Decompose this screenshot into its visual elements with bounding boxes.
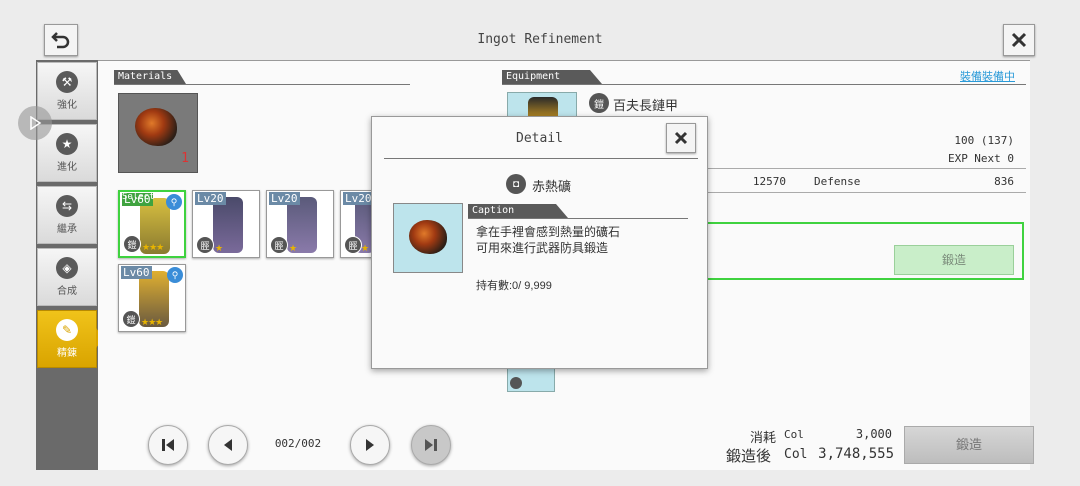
refine-icon: ✎ xyxy=(56,319,78,341)
back-arrow-icon xyxy=(51,32,70,49)
close-icon xyxy=(674,131,688,145)
material-card-4[interactable]: Lv20 脛 ★ xyxy=(340,190,374,258)
slot-dot-icon xyxy=(510,377,522,389)
stats-line-bottom xyxy=(706,192,1026,193)
page-title: Ingot Refinement xyxy=(477,32,603,47)
consume-label: 消耗 xyxy=(750,430,777,445)
material-card-1[interactable]: Lv60 Select ⚲ 鎧 ★★★ xyxy=(118,190,186,258)
page-indicator: 002/002 xyxy=(274,437,322,450)
exp-label: EXP xyxy=(948,152,968,165)
rarity-stars: ★ xyxy=(289,243,297,253)
caption-line xyxy=(468,218,688,219)
after-forge-value: 3,748,555 xyxy=(818,446,894,462)
gender-icon: ⚲ xyxy=(167,267,183,283)
rarity-stars: ★ xyxy=(215,243,223,253)
owned-count: 持有數:0/ 9,999 xyxy=(476,280,552,292)
materials-heading-line xyxy=(114,84,410,85)
close-icon xyxy=(1011,32,1027,48)
item-thumbnail xyxy=(393,203,463,273)
equipment-status-link[interactable]: 裝備裝備中 xyxy=(960,68,1015,84)
dialog-divider xyxy=(384,158,698,159)
rarity-stars: ★★★ xyxy=(142,242,164,252)
close-button[interactable] xyxy=(1003,24,1035,56)
prev-page-icon xyxy=(224,439,232,451)
material-slot-count: 1 xyxy=(181,151,189,166)
sidebar-item-refine[interactable]: ✎ 精錬 xyxy=(37,310,97,368)
equip-type-icon: 鎧 xyxy=(122,310,140,328)
ore-icon xyxy=(409,220,447,254)
defense-value: 836 xyxy=(994,175,1014,188)
card-level: Lv60 xyxy=(121,266,152,279)
first-page-icon xyxy=(162,439,174,451)
caption-line-1: 拿在手裡會感到熱量的礦石 xyxy=(476,225,621,239)
next-page-icon xyxy=(366,439,374,451)
transfer-icon: ⇆ xyxy=(56,195,78,217)
sidebar-item-label: 精錬 xyxy=(57,348,77,359)
secondary-slot[interactable] xyxy=(507,366,555,392)
floating-play-button[interactable] xyxy=(18,106,52,140)
equip-type-icon: 脛 xyxy=(196,236,214,254)
gender-icon: ⚲ xyxy=(166,194,182,210)
card-level: Lv20 xyxy=(269,192,300,205)
equipment-name: 百夫長鏈甲 xyxy=(613,98,679,113)
stat-value: 12570 xyxy=(752,175,786,188)
consume-value: 3,000 xyxy=(855,427,892,441)
sidebar-item-label: 進化 xyxy=(57,162,77,173)
material-card-5[interactable]: Lv60 ⚲ 鎧 ★★★ xyxy=(118,264,186,332)
consume-unit: Col xyxy=(784,428,804,441)
rarity-stars: ★★★ xyxy=(141,317,163,327)
caption-line-2: 可用來進行武器防具鍛造 xyxy=(476,241,609,255)
after-forge-unit: Col xyxy=(784,447,808,462)
item-name: 赤熱礦 xyxy=(532,179,572,194)
sidebar-item-label: 強化 xyxy=(57,100,77,111)
equip-type-icon: 脛 xyxy=(344,236,362,254)
card-level: Lv20 xyxy=(343,192,373,205)
equipment-heading-line xyxy=(502,84,1026,85)
selected-material-slot[interactable]: 1 xyxy=(118,93,198,173)
sidebar-item-label: 合成 xyxy=(57,286,77,297)
back-button[interactable] xyxy=(44,24,78,56)
forge-button[interactable]: 鍛造 xyxy=(904,426,1034,464)
equip-type-icon: 脛 xyxy=(270,236,288,254)
material-type-icon: ◘ xyxy=(506,174,526,194)
defense-label: Defense xyxy=(814,175,861,188)
prev-page-button[interactable] xyxy=(208,425,248,465)
equipment-type-icon: 鎧 xyxy=(589,93,609,113)
dialog-close-button[interactable] xyxy=(666,123,696,153)
play-icon xyxy=(30,116,42,130)
equipment-level-value: 100 (137) xyxy=(954,134,1014,147)
stats-line xyxy=(706,168,1026,169)
equip-type-icon: 鎧 xyxy=(123,235,141,253)
equipment-heading: Equipment xyxy=(502,70,602,84)
material-card-2[interactable]: Lv20 脛 ★ xyxy=(192,190,260,258)
first-page-button[interactable] xyxy=(148,425,188,465)
forge-slot-button[interactable]: 鍛造 xyxy=(894,245,1014,275)
ore-icon xyxy=(135,108,177,146)
sidebar-item-label: 繼承 xyxy=(57,224,77,235)
last-page-icon xyxy=(425,439,437,451)
next-page-button[interactable] xyxy=(350,425,390,465)
sidebar-item-inherit[interactable]: ⇆ 繼承 xyxy=(37,186,97,244)
select-label: Select xyxy=(122,192,155,202)
dialog-title: Detail xyxy=(516,131,563,146)
material-card-3[interactable]: Lv20 脛 ★ xyxy=(266,190,334,258)
detail-dialog: Detail ◘ 赤熱礦 Caption 拿在手裡會感到熱量的礦石 可用來進行武… xyxy=(371,116,708,369)
star-icon: ★ xyxy=(56,133,78,155)
combine-icon: ◈ xyxy=(56,257,78,279)
sidebar-item-combine[interactable]: ◈ 合成 xyxy=(37,248,97,306)
rarity-stars: ★ xyxy=(361,243,369,253)
card-level: Lv20 xyxy=(195,192,226,205)
after-forge-label: 鍛造後 xyxy=(726,448,772,465)
caption-heading: Caption xyxy=(468,204,568,218)
materials-heading: Materials xyxy=(114,70,186,84)
next-exp-value: Next 0 xyxy=(974,152,1014,165)
hammer-icon: ⚒ xyxy=(56,71,78,93)
last-page-button[interactable] xyxy=(411,425,451,465)
